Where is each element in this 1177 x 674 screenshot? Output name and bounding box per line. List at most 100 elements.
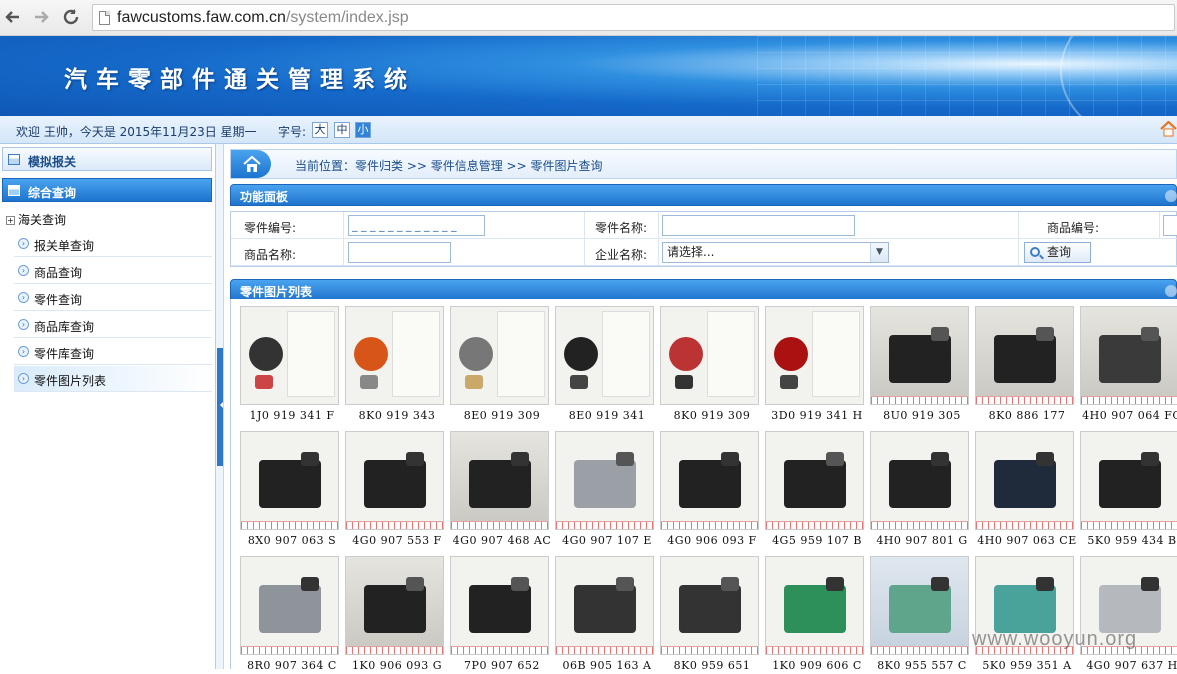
part-photo[interactable]: [450, 306, 549, 405]
expand-icon[interactable]: +: [6, 216, 15, 225]
part-photo[interactable]: [870, 556, 969, 655]
gallery-item[interactable]: 4G5 959 107 B: [755, 424, 864, 549]
sidebar-item-goods-library-query[interactable]: › 商品库查询: [14, 312, 212, 338]
part-photo[interactable]: [765, 306, 864, 405]
gallery-item[interactable]: 1K0 906 093 G: [335, 549, 444, 674]
gallery-item[interactable]: 8X0 907 063 S: [230, 424, 339, 549]
gallery-item[interactable]: 8K0 959 651: [650, 549, 759, 674]
gallery-item[interactable]: 5K0 959 434 B: [1070, 424, 1177, 549]
gallery-item[interactable]: 8K0 919 309: [650, 299, 759, 424]
measuring-ruler: [766, 646, 863, 654]
forward-arrow-icon[interactable]: [30, 6, 52, 28]
part-photo[interactable]: [345, 431, 444, 530]
sidebar-item-part-image-list[interactable]: › 零件图片列表: [14, 366, 212, 392]
sidebar-section-integrated-query[interactable]: 综合查询: [2, 178, 212, 202]
part-photo[interactable]: [555, 306, 654, 405]
part-detail: [780, 375, 798, 389]
gallery-item[interactable]: 1J0 919 341 F: [230, 299, 339, 424]
part-photo[interactable]: [450, 556, 549, 655]
part-photo[interactable]: [870, 306, 969, 405]
address-bar[interactable]: fawcustoms.faw.com.cn/system/index.jsp: [92, 4, 1175, 31]
collapse-icon[interactable]: [1165, 190, 1177, 202]
query-button[interactable]: 查询: [1024, 242, 1091, 263]
measuring-ruler: [346, 646, 443, 654]
gallery-item[interactable]: 1K0 909 606 C: [755, 549, 864, 674]
goods-name-label: 商品名称:: [244, 248, 297, 262]
collapse-icon[interactable]: [1165, 285, 1177, 297]
part-object: [564, 337, 598, 371]
part-photo[interactable]: [765, 431, 864, 530]
gallery-item[interactable]: 4G0 906 093 F: [650, 424, 759, 549]
part-image-gallery: 1J0 919 341 F 8K0 919 343 8E0 919 309 8E0 9…: [230, 299, 1177, 672]
part-photo[interactable]: [240, 306, 339, 405]
window-icon: [8, 154, 20, 165]
form-row: 商品名称: 企业名称: 请选择... ▼ 查询: [231, 239, 1177, 266]
gallery-item[interactable]: 4H0 907 063 CE: [965, 424, 1076, 549]
home-icon[interactable]: [1160, 121, 1177, 137]
sidebar-item-declaration-query[interactable]: › 报关单查询: [14, 231, 212, 257]
arrow-right-icon: ›: [18, 265, 29, 276]
part-photo[interactable]: [555, 556, 654, 655]
part-photo[interactable]: [765, 556, 864, 655]
breadcrumb-home[interactable]: [231, 150, 271, 178]
breadcrumb: 当前位置：零件归类 >> 零件信息管理 >> 零件图片查询: [230, 149, 1177, 179]
arrow-right-icon: ›: [18, 292, 29, 303]
gallery-item[interactable]: 4H0 907 801 G: [860, 424, 969, 549]
part-photo[interactable]: [975, 306, 1074, 405]
part-photo[interactable]: [660, 431, 759, 530]
gallery-item[interactable]: 06B 905 163 A: [545, 549, 654, 674]
gallery-item[interactable]: 4G0 907 107 E: [545, 424, 654, 549]
part-detail: [1141, 327, 1159, 341]
part-no-input[interactable]: _ _ _ _ _ _ _ _ _ _ _ _: [348, 215, 485, 236]
part-photo[interactable]: [660, 556, 759, 655]
part-photo[interactable]: [1080, 431, 1177, 530]
tree-node-customs-query[interactable]: + 海关查询: [6, 211, 66, 228]
gallery-item[interactable]: 7P0 907 652: [440, 549, 549, 674]
gallery-item[interactable]: 8K0 955 557 C: [860, 549, 969, 674]
part-photo[interactable]: [975, 431, 1074, 530]
part-photo[interactable]: [345, 306, 444, 405]
part-label-sheet: [287, 311, 335, 397]
gallery-item[interactable]: 4H0 907 064 FQ: [1070, 299, 1177, 424]
gallery-item[interactable]: 8E0 919 309: [440, 299, 549, 424]
sidebar-section-simulate-declare[interactable]: 模拟报关: [2, 147, 212, 171]
search-icon: [1030, 247, 1040, 257]
gallery-item[interactable]: 8E0 919 341: [545, 299, 654, 424]
font-size-large-button[interactable]: 大: [312, 122, 328, 138]
goods-name-input[interactable]: [348, 242, 451, 263]
gallery-item[interactable]: 4G0 907 553 F: [335, 424, 444, 549]
gallery-item[interactable]: 3D0 919 341 H: [755, 299, 864, 424]
gallery-item[interactable]: 4G0 907 468 AC: [440, 424, 551, 549]
part-detail: [1036, 327, 1054, 341]
sidebar-splitter[interactable]: [216, 144, 224, 669]
sidebar-item-goods-query[interactable]: › 商品查询: [14, 258, 212, 284]
arrow-right-icon: ›: [18, 346, 29, 357]
part-object: [889, 335, 951, 383]
part-photo[interactable]: [345, 556, 444, 655]
sidebar-item-part-query[interactable]: › 零件查询: [14, 285, 212, 311]
gallery-item[interactable]: 8U0 919 305: [860, 299, 969, 424]
part-photo[interactable]: [660, 306, 759, 405]
font-size-small-button[interactable]: 小: [355, 122, 371, 138]
gallery-item[interactable]: 8K0 886 177: [965, 299, 1074, 424]
part-photo[interactable]: [1080, 306, 1177, 405]
sidebar-item-part-library-query[interactable]: › 零件库查询: [14, 339, 212, 365]
goods-no-input[interactable]: [1163, 215, 1177, 236]
gallery-item[interactable]: 5K0 959 351 A: [965, 549, 1074, 674]
part-photo[interactable]: [450, 431, 549, 530]
chevron-down-icon[interactable]: ▼: [870, 243, 888, 262]
part-photo[interactable]: [240, 431, 339, 530]
back-arrow-icon[interactable]: [2, 6, 24, 28]
reload-icon[interactable]: [60, 6, 82, 28]
part-object: [994, 460, 1056, 508]
company-select[interactable]: 请选择... ▼: [662, 242, 889, 263]
part-photo[interactable]: [870, 431, 969, 530]
collapse-sidebar-handle[interactable]: [217, 348, 223, 466]
gallery-item[interactable]: 8R0 907 364 C: [230, 549, 339, 674]
font-size-medium-button[interactable]: 中: [334, 122, 350, 138]
part-photo[interactable]: [240, 556, 339, 655]
part-photo[interactable]: [555, 431, 654, 530]
gallery-item[interactable]: 4G0 907 637 H: [1070, 549, 1177, 674]
gallery-item[interactable]: 8K0 919 343: [335, 299, 444, 424]
part-name-input[interactable]: [662, 215, 855, 236]
